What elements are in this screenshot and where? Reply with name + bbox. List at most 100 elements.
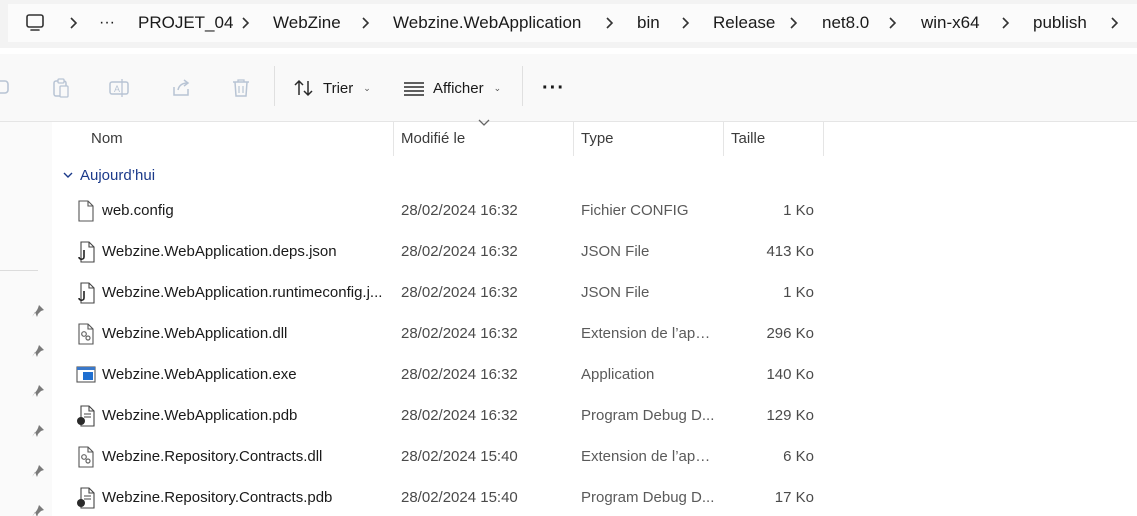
breadcrumb-item-release[interactable]: Release (713, 4, 775, 42)
breadcrumb-item-bin[interactable]: bin (637, 4, 660, 42)
rename-icon[interactable]: A (108, 77, 130, 99)
view-list-icon (404, 82, 424, 96)
file-row[interactable]: Webzine.WebApplication.exe 28/02/2024 16… (52, 354, 1137, 395)
file-type: Program Debug D... (581, 407, 715, 424)
file-name: Webzine.WebApplication.exe (102, 366, 297, 383)
file-size: 129 Ko (766, 407, 814, 424)
sort-label: Trier (323, 79, 354, 97)
pin-icon[interactable] (31, 304, 45, 318)
file-row[interactable]: Webzine.WebApplication.pdb 28/02/2024 16… (52, 395, 1137, 436)
json-file-icon (78, 241, 95, 263)
file-name: web.config (102, 202, 174, 219)
breadcrumb-item-projet04[interactable]: PROJET_04 (138, 4, 233, 42)
exe-file-icon (76, 366, 96, 383)
file-type: JSON File (581, 243, 650, 260)
address-bar: ··· PROJET_04 WebZine Webzine.WebApplica… (0, 0, 1137, 48)
more-label: ··· (542, 76, 565, 99)
chevron-right-icon[interactable] (885, 15, 901, 31)
view-label: Afficher (433, 79, 484, 97)
dll-file-icon (78, 323, 94, 345)
file-date: 28/02/2024 16:32 (401, 202, 518, 219)
file-type: Extension de l’app... (581, 448, 716, 465)
chevron-down-icon: ⌄ (493, 82, 502, 93)
file-name: Webzine.WebApplication.dll (102, 325, 288, 342)
column-separator[interactable] (823, 122, 824, 156)
file-size: 1 Ko (783, 202, 814, 219)
view-button[interactable]: Afficher ⌄ (403, 74, 501, 102)
chevron-right-icon[interactable] (66, 15, 82, 31)
pin-icon[interactable] (31, 384, 45, 398)
column-header-modified[interactable]: Modifié le (393, 122, 573, 156)
file-name: Webzine.Repository.Contracts.pdb (102, 489, 333, 506)
file-date: 28/02/2024 15:40 (401, 489, 518, 506)
chevron-down-icon (63, 172, 73, 178)
file-date: 28/02/2024 16:32 (401, 407, 518, 424)
file-date: 28/02/2024 15:40 (401, 448, 518, 465)
toolbar-separator (522, 66, 523, 106)
share-icon[interactable] (170, 77, 192, 99)
file-type: Program Debug D... (581, 489, 715, 506)
group-label: Aujourd’hui (80, 166, 156, 184)
breadcrumb-item-net8[interactable]: net8.0 (822, 4, 869, 42)
paste-icon[interactable] (50, 77, 72, 99)
pdb-file-icon (77, 405, 95, 427)
file-name: Webzine.WebApplication.runtimeconfig.j..… (102, 284, 383, 301)
pin-icon[interactable] (31, 464, 45, 478)
file-size: 296 Ko (766, 325, 814, 342)
chevron-down-icon: ⌄ (363, 82, 371, 93)
chevron-right-icon[interactable] (786, 15, 802, 31)
column-header-size[interactable]: Taille (723, 122, 823, 156)
column-header-type[interactable]: Type (573, 122, 723, 156)
toolbar-separator (274, 66, 275, 106)
file-type: Fichier CONFIG (581, 202, 689, 219)
breadcrumb-item-publish[interactable]: publish (1033, 4, 1087, 42)
chevron-right-icon[interactable] (358, 15, 374, 31)
chevron-right-icon[interactable] (1107, 15, 1123, 31)
file-type: JSON File (581, 284, 650, 301)
file-name: Webzine.WebApplication.pdb (102, 407, 298, 424)
pin-icon[interactable] (31, 504, 45, 516)
pdb-file-icon (77, 487, 95, 509)
computer-icon[interactable] (25, 13, 45, 33)
more-options-button[interactable]: ··· (542, 74, 565, 102)
breadcrumb-item-webapplication[interactable]: Webzine.WebApplication (393, 4, 581, 42)
nav-divider (0, 270, 38, 271)
file-date: 28/02/2024 16:32 (401, 325, 518, 342)
file-row[interactable]: Webzine.Repository.Contracts.pdb 28/02/2… (52, 477, 1137, 516)
file-row[interactable]: Webzine.WebApplication.deps.json 28/02/2… (52, 231, 1137, 272)
file-size: 413 Ko (766, 243, 814, 260)
file-size: 6 Ko (783, 448, 814, 465)
file-date: 28/02/2024 16:32 (401, 284, 518, 301)
breadcrumb-item-webzine[interactable]: WebZine (273, 4, 341, 42)
navigation-pane (0, 122, 52, 516)
file-row[interactable]: web.config 28/02/2024 16:32 Fichier CONF… (52, 190, 1137, 231)
file-row[interactable]: Webzine.WebApplication.runtimeconfig.j..… (52, 272, 1137, 313)
dll-file-icon (78, 446, 94, 468)
file-type: Application (581, 366, 655, 383)
file-name: Webzine.Repository.Contracts.dll (102, 448, 323, 465)
sort-button[interactable]: Trier ⌄ (293, 74, 371, 102)
file-name: Webzine.WebApplication.deps.json (102, 243, 337, 260)
json-file-icon (78, 282, 95, 304)
pin-icon[interactable] (31, 424, 45, 438)
breadcrumb: ··· PROJET_04 WebZine Webzine.WebApplica… (8, 4, 1137, 42)
file-date: 28/02/2024 16:32 (401, 366, 518, 383)
svg-text:A: A (114, 84, 120, 94)
sort-icon (294, 79, 313, 97)
file-size: 140 Ko (766, 366, 814, 383)
pin-icon[interactable] (31, 344, 45, 358)
chevron-right-icon[interactable] (678, 15, 694, 31)
file-size: 1 Ko (783, 284, 814, 301)
column-header-name[interactable]: Nom (83, 122, 393, 156)
chevron-right-icon[interactable] (238, 15, 254, 31)
chevron-right-icon[interactable] (998, 15, 1014, 31)
chevron-right-icon[interactable] (602, 15, 618, 31)
file-row[interactable]: Webzine.Repository.Contracts.dll 28/02/2… (52, 436, 1137, 477)
breadcrumb-item-winx64[interactable]: win-x64 (921, 4, 980, 42)
trash-icon[interactable] (230, 77, 252, 99)
file-row[interactable]: Webzine.WebApplication.dll 28/02/2024 16… (52, 313, 1137, 354)
breadcrumb-overflow[interactable]: ··· (99, 4, 115, 42)
file-type: Extension de l’app... (581, 325, 716, 342)
copy-icon[interactable] (0, 77, 14, 99)
group-header-today[interactable]: Aujourd’hui (62, 164, 155, 186)
